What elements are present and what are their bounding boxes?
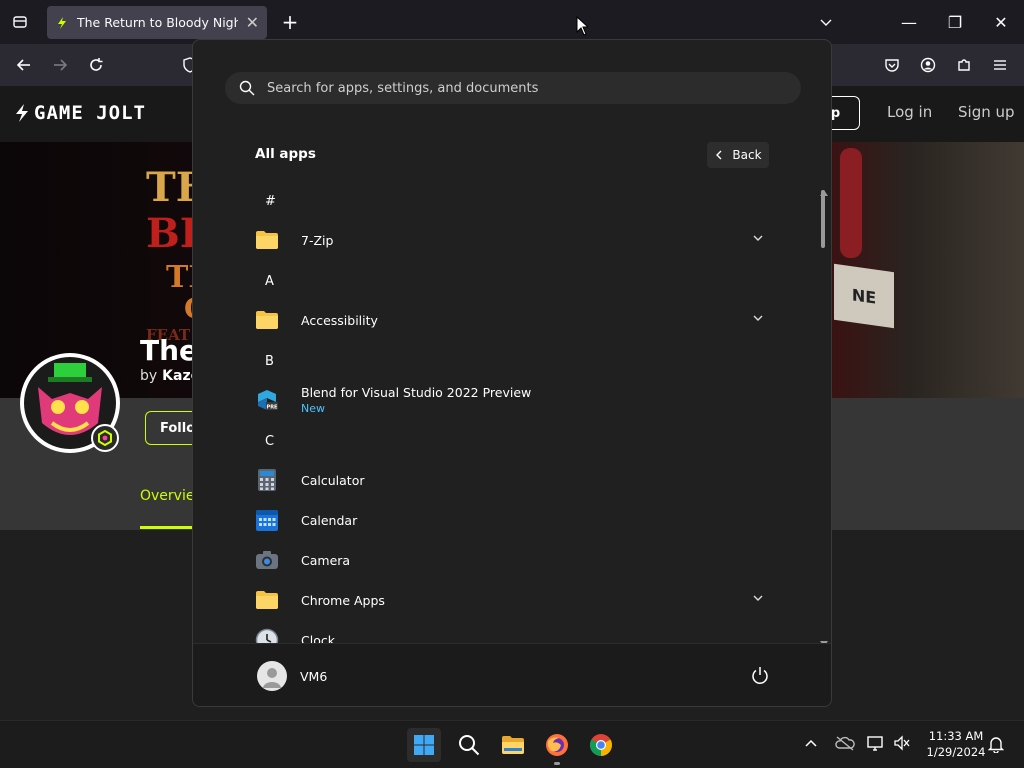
folder-icon xyxy=(255,588,279,612)
calculator-icon xyxy=(255,468,279,492)
app-item-camera[interactable]: Camera xyxy=(255,540,775,580)
tab-overview-underline xyxy=(140,526,192,529)
start-menu-footer xyxy=(193,643,831,706)
tab-overview[interactable]: Overvie xyxy=(140,488,194,504)
power-button[interactable] xyxy=(749,665,771,687)
power-icon xyxy=(752,667,768,684)
folder-icon xyxy=(255,308,279,332)
app-name: Chrome Apps xyxy=(301,592,385,608)
gamejolt-logo[interactable]: GAME JOLT xyxy=(14,102,146,124)
app-item-calculator[interactable]: Calculator xyxy=(255,460,775,500)
svg-text:PRE: PRE xyxy=(267,405,279,411)
user-avatar[interactable] xyxy=(257,661,287,691)
extensions-icon[interactable] xyxy=(950,51,978,79)
menu-icon[interactable] xyxy=(986,51,1014,79)
banner-sign: NE xyxy=(834,263,894,329)
app-name: 7-Zip xyxy=(301,232,334,248)
app-item-calendar[interactable]: Calendar xyxy=(255,500,775,540)
tab-close-icon[interactable]: ✕ xyxy=(246,13,259,32)
app-item-7zip[interactable]: 7-Zip xyxy=(255,220,775,260)
chevron-down-icon[interactable] xyxy=(753,312,763,327)
volume-muted-icon[interactable] xyxy=(893,735,911,755)
chevron-down-icon[interactable] xyxy=(753,592,763,607)
mouse-cursor-icon xyxy=(576,15,590,40)
blend-icon: PRE xyxy=(255,388,279,412)
forward-arrow-icon[interactable] xyxy=(46,51,74,79)
back-arrow-icon[interactable] xyxy=(10,51,38,79)
browser-tab[interactable]: The Return to Bloody Nights (C ✕ xyxy=(47,6,267,39)
section-letter-hash[interactable]: # xyxy=(265,194,276,209)
verified-badge-icon xyxy=(91,424,119,452)
tab-list-icon[interactable] xyxy=(6,8,34,36)
restore-button[interactable]: ❐ xyxy=(941,8,969,36)
notification-bell-icon[interactable] xyxy=(987,735,1005,757)
chevron-down-icon[interactable] xyxy=(753,232,763,247)
app-name: Camera xyxy=(301,552,351,568)
by-label: by xyxy=(140,368,158,384)
firefox-icon xyxy=(546,734,568,756)
close-window-button[interactable]: ✕ xyxy=(987,8,1015,36)
section-letter-a[interactable]: A xyxy=(265,274,274,289)
chevron-up-icon[interactable] xyxy=(804,736,818,755)
chevron-left-icon xyxy=(716,150,722,160)
tab-title: The Return to Bloody Nights (C xyxy=(77,15,238,30)
new-badge: New xyxy=(301,402,325,415)
chrome-icon xyxy=(590,734,612,756)
search-icon xyxy=(239,80,255,96)
folder-icon xyxy=(255,228,279,252)
firefox-running-indicator xyxy=(554,762,560,765)
gamejolt-logo-text: GAME JOLT xyxy=(34,102,146,124)
taskbar-date[interactable]: 1/29/2024 xyxy=(926,745,986,759)
file-explorer-button[interactable] xyxy=(496,728,530,762)
section-letter-b[interactable]: B xyxy=(265,354,274,369)
taskbar-time[interactable]: 11:33 AM xyxy=(926,729,986,743)
account-icon[interactable] xyxy=(914,51,942,79)
start-button[interactable] xyxy=(407,728,441,762)
onedrive-offline-icon[interactable] xyxy=(835,735,855,755)
all-apps-title: All apps xyxy=(255,146,316,162)
app-name: Calendar xyxy=(301,512,358,528)
start-menu: Search for apps, settings, and documents… xyxy=(192,39,832,707)
back-label: Back xyxy=(732,148,762,162)
search-placeholder: Search for apps, settings, and documents xyxy=(267,80,539,96)
windows-logo-icon xyxy=(414,735,434,755)
gamejolt-bolt-icon xyxy=(16,104,28,122)
login-link[interactable]: Log in xyxy=(887,103,932,121)
scrollbar-thumb[interactable] xyxy=(821,190,825,248)
list-all-tabs-icon[interactable] xyxy=(812,8,840,36)
pocket-icon[interactable] xyxy=(878,51,906,79)
app-name: Blend for Visual Studio 2022 Preview xyxy=(301,385,532,400)
user-icon xyxy=(263,668,281,688)
section-letter-c[interactable]: C xyxy=(265,434,274,449)
search-icon xyxy=(459,735,480,756)
back-button[interactable]: Back xyxy=(707,142,769,168)
taskbar-search-button[interactable] xyxy=(452,728,486,762)
app-item-chrome-apps[interactable]: Chrome Apps xyxy=(255,580,775,620)
game-title: The xyxy=(140,334,199,367)
reload-icon[interactable] xyxy=(82,51,110,79)
app-item-blend[interactable]: PRE Blend for Visual Studio 2022 Preview… xyxy=(255,380,775,420)
banner-cactus-shape xyxy=(840,148,862,258)
follow-button[interactable]: Follo xyxy=(145,411,195,445)
new-tab-button[interactable]: + xyxy=(276,8,304,36)
camera-icon xyxy=(255,548,279,572)
network-icon[interactable] xyxy=(867,735,885,755)
file-explorer-icon xyxy=(502,736,524,754)
app-name: Calculator xyxy=(301,472,365,488)
gamejolt-favicon-icon xyxy=(58,16,66,29)
app-item-accessibility[interactable]: Accessibility xyxy=(255,300,775,340)
signup-link[interactable]: Sign up xyxy=(958,103,1015,121)
calendar-icon xyxy=(255,508,279,532)
app-name: Accessibility xyxy=(301,312,378,328)
start-search-box[interactable]: Search for apps, settings, and documents xyxy=(225,72,801,104)
chrome-button[interactable] xyxy=(584,728,618,762)
app-text-block: Blend for Visual Studio 2022 Preview New xyxy=(301,385,531,415)
minimize-button[interactable]: — xyxy=(895,8,923,36)
firefox-button[interactable] xyxy=(540,728,574,762)
user-name[interactable]: VM6 xyxy=(300,669,327,684)
